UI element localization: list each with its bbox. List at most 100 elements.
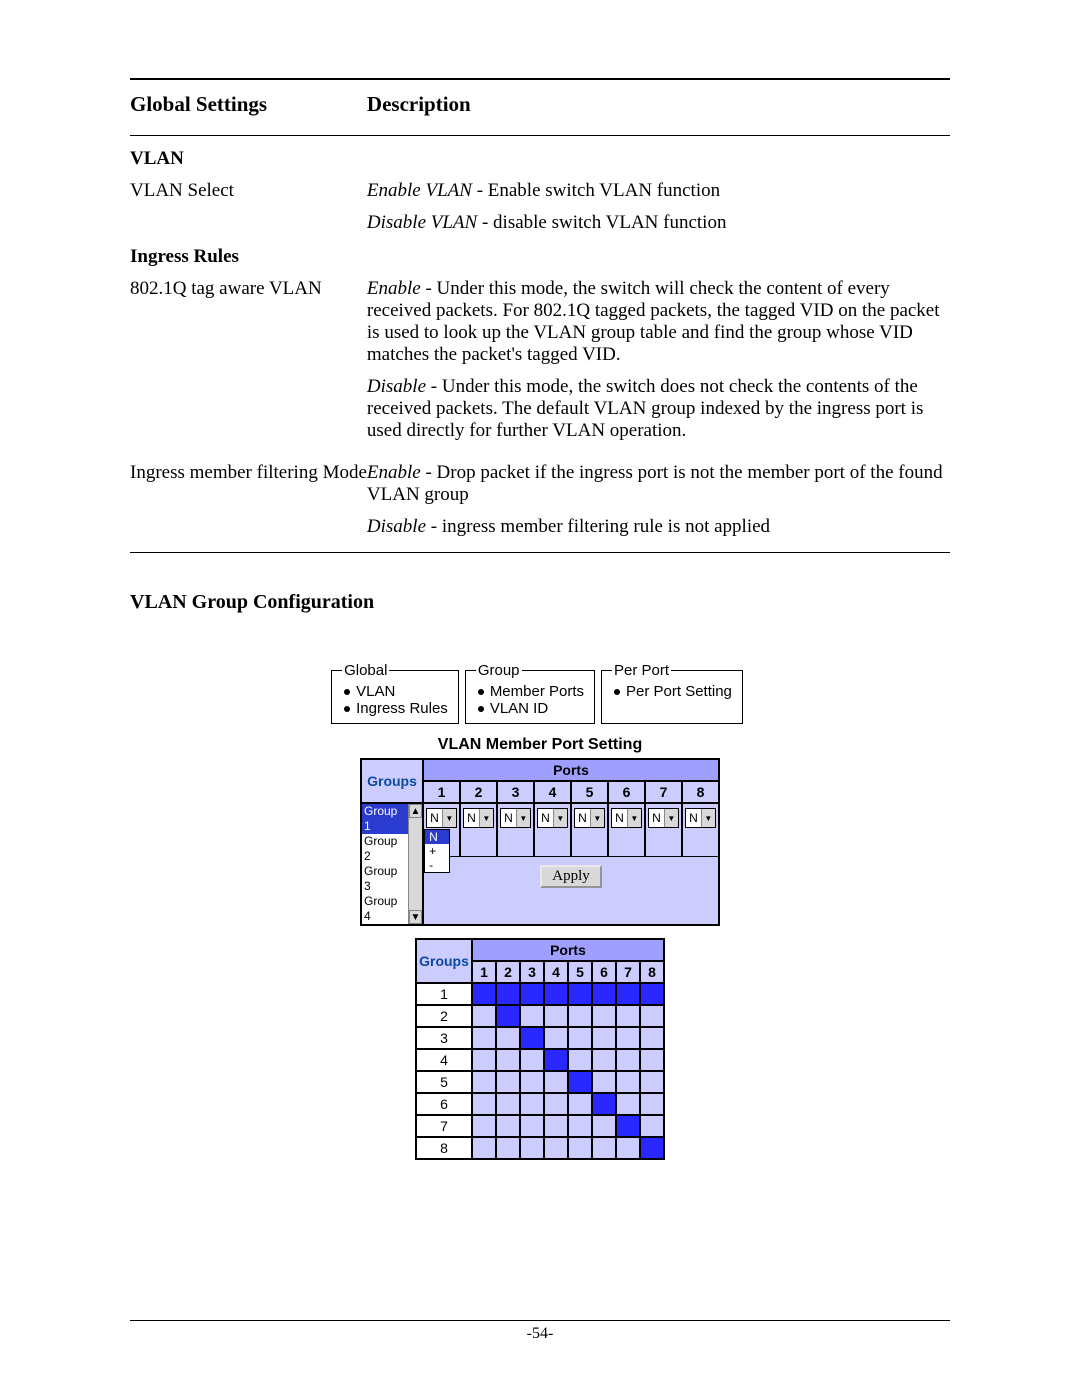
status-cell	[520, 1049, 544, 1071]
status-cell	[616, 983, 640, 1005]
status-port-3: 3	[520, 961, 544, 983]
status-cell	[544, 1049, 568, 1071]
status-cell	[592, 1093, 616, 1115]
chevron-down-icon: ▼	[442, 809, 456, 827]
status-cell	[472, 1071, 496, 1093]
bottom-rule	[130, 552, 950, 553]
desc-vlan-select: Enable VLAN - Enable switch VLAN functio…	[367, 176, 950, 242]
status-cell	[640, 1093, 664, 1115]
chevron-down-icon: ▼	[590, 809, 604, 827]
status-cell	[472, 1115, 496, 1137]
status-groups-header: Groups	[416, 939, 472, 983]
member-port-setting-title: VLAN Member Port Setting	[360, 736, 720, 754]
status-cell	[568, 983, 592, 1005]
status-port-8: 8	[640, 961, 664, 983]
status-row-header: 4	[416, 1049, 472, 1071]
status-cell	[616, 1137, 640, 1159]
status-row-header: 6	[416, 1093, 472, 1115]
port8-select[interactable]: N▼	[685, 808, 716, 828]
mps-groups-header: Groups	[361, 759, 423, 803]
status-cell	[568, 1093, 592, 1115]
status-row-header: 7	[416, 1115, 472, 1137]
chevron-down-icon: ▼	[516, 809, 530, 827]
status-cell	[496, 1049, 520, 1071]
mps-port-6: 6	[608, 781, 645, 803]
label-vlan-select: VLAN Select	[130, 176, 367, 242]
mps-port-8: 8	[682, 781, 719, 803]
link-vlan[interactable]: VLAN	[344, 683, 448, 700]
port3-select[interactable]: N▼	[500, 808, 531, 828]
bullet-icon	[344, 689, 350, 695]
status-row-header: 5	[416, 1071, 472, 1093]
status-cell	[544, 983, 568, 1005]
vlan-status-table: Groups Ports 1 2 3 4 5 6 7 8 12345678	[415, 938, 665, 1160]
select-option[interactable]: +	[425, 844, 449, 858]
status-cell	[544, 1137, 568, 1159]
list-item[interactable]: Group 1	[362, 804, 408, 834]
status-cell	[496, 983, 520, 1005]
status-port-6: 6	[592, 961, 616, 983]
header-description: Description	[367, 88, 950, 127]
list-item[interactable]: Group 2	[362, 834, 408, 864]
status-cell	[640, 1049, 664, 1071]
status-port-4: 4	[544, 961, 568, 983]
status-cell	[520, 1005, 544, 1027]
status-cell	[472, 1093, 496, 1115]
status-ports-header: Ports	[472, 939, 664, 961]
port1-cell: N▼ N + -	[423, 803, 460, 857]
group-listbox[interactable]: Group 1 Group 2 Group 3 Group 4 ▲ ▼	[361, 803, 423, 925]
port1-select[interactable]: N▼ N + -	[426, 808, 457, 828]
status-cell	[472, 1005, 496, 1027]
status-cell	[544, 1005, 568, 1027]
port4-select[interactable]: N▼	[537, 808, 568, 828]
listbox-scrollbar[interactable]: ▲ ▼	[408, 804, 422, 924]
status-row-header: 8	[416, 1137, 472, 1159]
desc-tag-aware: Enable - Under this mode, the switch wil…	[367, 274, 950, 458]
select-option[interactable]: N	[425, 830, 449, 844]
status-row-header: 1	[416, 983, 472, 1005]
status-cell	[568, 1005, 592, 1027]
scroll-down-icon[interactable]: ▼	[409, 910, 422, 924]
status-cell	[640, 1005, 664, 1027]
status-cell	[616, 1115, 640, 1137]
status-cell	[568, 1071, 592, 1093]
chevron-down-icon: ▼	[627, 809, 641, 827]
scroll-track[interactable]	[409, 818, 422, 910]
mps-port-3: 3	[497, 781, 534, 803]
link-member-ports[interactable]: Member Ports	[478, 683, 584, 700]
status-cell	[640, 983, 664, 1005]
status-cell	[592, 1049, 616, 1071]
chevron-down-icon: ▼	[479, 809, 493, 827]
status-cell	[592, 1027, 616, 1049]
list-item[interactable]: Group 3	[362, 864, 408, 894]
list-item[interactable]: Group 4	[362, 894, 408, 924]
status-row-header: 3	[416, 1027, 472, 1049]
label-ingress-member-filtering: Ingress member filtering Mode	[130, 458, 367, 544]
port7-select[interactable]: N▼	[648, 808, 679, 828]
status-cell	[496, 1093, 520, 1115]
scroll-up-icon[interactable]: ▲	[409, 804, 422, 818]
legend-global: Global	[342, 662, 389, 679]
link-ingress-rules[interactable]: Ingress Rules	[344, 700, 448, 717]
bullet-icon	[478, 689, 484, 695]
page-number: -54-	[130, 1325, 950, 1343]
header-rule	[130, 135, 950, 136]
select-option[interactable]: -	[425, 858, 449, 872]
status-cell	[520, 1093, 544, 1115]
settings-table: Global Settings Description VLAN VLAN Se…	[130, 88, 950, 561]
fieldset-row: Global VLAN Ingress Rules Group Member P…	[331, 662, 749, 724]
apply-button[interactable]: Apply	[540, 865, 602, 888]
status-cell	[520, 1115, 544, 1137]
chevron-down-icon: ▼	[553, 809, 567, 827]
port6-select[interactable]: N▼	[611, 808, 642, 828]
link-vlan-id[interactable]: VLAN ID	[478, 700, 584, 717]
em-tagaware-enable: Enable	[367, 278, 421, 299]
status-cell	[496, 1027, 520, 1049]
link-per-port-setting[interactable]: Per Port Setting	[614, 683, 732, 700]
port5-select[interactable]: N▼	[574, 808, 605, 828]
section-vlan: VLAN	[130, 144, 367, 176]
status-cell	[568, 1027, 592, 1049]
port2-select[interactable]: N▼	[463, 808, 494, 828]
label-tag-aware: 802.1Q tag aware VLAN	[130, 274, 367, 458]
fieldset-group: Group Member Ports VLAN ID	[465, 662, 595, 724]
